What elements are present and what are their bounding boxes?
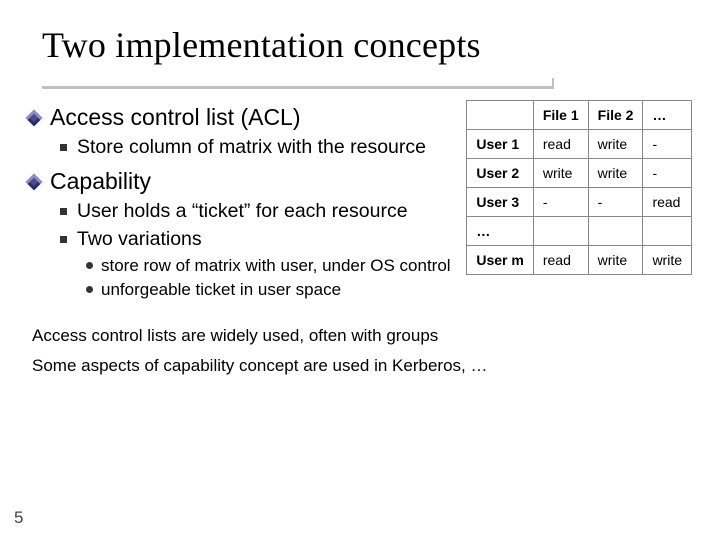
bullet-acl: Access control list (ACL) (28, 104, 452, 131)
table-row: User 2 write write - (467, 159, 692, 188)
table-cell: read (533, 130, 588, 159)
table-row: … (467, 217, 692, 246)
table-row-header: … (467, 217, 533, 246)
title-underline (40, 72, 692, 90)
table-row-header: User m (467, 246, 533, 275)
table-cell: - (643, 159, 692, 188)
table-header-row: File 1 File 2 … (467, 101, 692, 130)
bullet-acl-sub: Store column of matrix with the resource (60, 135, 452, 160)
table-row: User 3 - - read (467, 188, 692, 217)
bullet-column: Access control list (ACL) Store column o… (28, 96, 452, 303)
bullet-cap-sub2: Two variations (60, 227, 452, 252)
bullet-cap-sub2a-text: store row of matrix with user, under OS … (101, 255, 451, 277)
table-header-cell: File 2 (588, 101, 643, 130)
access-matrix-table: File 1 File 2 … User 1 read write - User… (466, 100, 692, 275)
table-cell: - (643, 130, 692, 159)
table-row-header: User 2 (467, 159, 533, 188)
table-cell (643, 217, 692, 246)
bullet-cap-sub2b-text: unforgeable ticket in user space (101, 279, 341, 301)
table-cell: - (588, 188, 643, 217)
bullet-cap-sub2a: store row of matrix with user, under OS … (86, 255, 452, 277)
dot-icon (86, 286, 93, 293)
bullet-capability-text: Capability (50, 168, 151, 195)
bullet-cap-sub2b: unforgeable ticket in user space (86, 279, 452, 301)
table-row: User 1 read write - (467, 130, 692, 159)
matrix-table-wrap: File 1 File 2 … User 1 read write - User… (466, 100, 692, 303)
table-row-header: User 3 (467, 188, 533, 217)
bullet-capability: Capability (28, 168, 452, 195)
dot-icon (86, 262, 93, 269)
content-area: Access control list (ACL) Store column o… (28, 96, 692, 303)
footer-line1: Access control lists are widely used, of… (32, 323, 692, 349)
table-cell (588, 217, 643, 246)
table-cell: write (533, 159, 588, 188)
table-cell (533, 217, 588, 246)
table-cell: read (643, 188, 692, 217)
diamond-icon (26, 110, 43, 127)
bullet-cap-sub1-text: User holds a “ticket” for each resource (77, 199, 408, 224)
table-cell: write (643, 246, 692, 275)
table-row-header: User 1 (467, 130, 533, 159)
table-row: User m read write write (467, 246, 692, 275)
table-cell: - (533, 188, 588, 217)
table-cell: write (588, 159, 643, 188)
table-header-cell (467, 101, 533, 130)
bullet-cap-sub2-text: Two variations (77, 227, 202, 252)
square-icon (60, 208, 67, 215)
square-icon (60, 236, 67, 243)
table-cell: write (588, 130, 643, 159)
footer-line2: Some aspects of capability concept are u… (32, 353, 692, 379)
footer-notes: Access control lists are widely used, of… (28, 323, 692, 378)
diamond-icon (26, 173, 43, 190)
square-icon (60, 144, 67, 151)
page-number: 5 (14, 508, 23, 528)
bullet-acl-sub-text: Store column of matrix with the resource (77, 135, 426, 160)
slide: Two implementation concepts Access contr… (0, 0, 720, 540)
slide-title: Two implementation concepts (42, 24, 692, 66)
table-header-cell: File 1 (533, 101, 588, 130)
bullet-acl-text: Access control list (ACL) (50, 104, 301, 131)
table-cell: write (588, 246, 643, 275)
table-cell: read (533, 246, 588, 275)
bullet-cap-sub1: User holds a “ticket” for each resource (60, 199, 452, 224)
table-header-cell: … (643, 101, 692, 130)
